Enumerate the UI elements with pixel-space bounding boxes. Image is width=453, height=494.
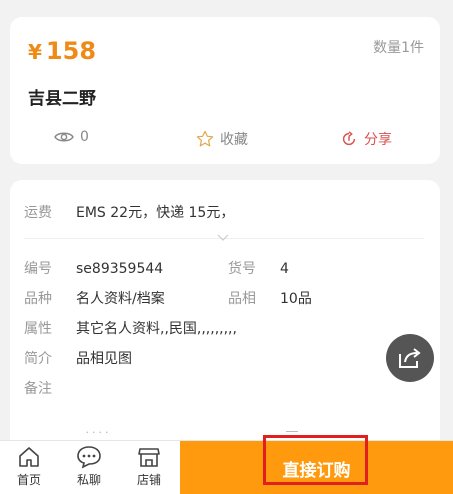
currency-symbol: ¥ — [28, 40, 42, 64]
price-value: 158 — [45, 37, 97, 65]
note-row: 备注 — [24, 378, 76, 398]
views-stat: 0 — [54, 129, 89, 145]
shipping-value: EMS 22元，快递 15元， — [76, 205, 235, 221]
buy-now-button[interactable]: 直接订购 — [180, 441, 453, 494]
product-title: 吉县二野 — [28, 89, 96, 109]
chevron-down-icon[interactable] — [217, 234, 229, 242]
quantity-label: 数量1件 — [373, 40, 424, 56]
attributes-value: 其它名人资料,,民国,,,,,,,,, — [76, 321, 237, 337]
condition-value: 10品 — [280, 291, 312, 307]
favorite-button[interactable]: 收藏 — [196, 129, 248, 149]
bottom-action-bar: 首页 私聊 店铺 直接订购 — [0, 440, 453, 494]
favorite-label: 收藏 — [220, 132, 248, 148]
tab-home[interactable]: 首页 — [4, 445, 54, 488]
views-count: 0 — [80, 129, 89, 145]
product-summary-card: ¥158 数量1件 吉县二野 0 收藏 分享 — [10, 17, 440, 164]
share-button[interactable]: 分享 — [340, 129, 392, 149]
share-label: 分享 — [364, 132, 392, 148]
buy-now-label: 直接订购 — [282, 460, 351, 481]
item-no-label: 货号 — [228, 261, 256, 277]
share-icon — [342, 131, 356, 146]
tab-chat[interactable]: 私聊 — [64, 445, 114, 488]
store-icon — [138, 448, 160, 467]
code-row: 编号 se89359544 — [24, 258, 163, 278]
intro-value: 品相见图 — [76, 351, 132, 367]
stats-row: 0 收藏 分享 — [10, 129, 440, 153]
intro-row: 简介 品相见图 — [24, 348, 132, 368]
tab-shop-label: 店铺 — [136, 473, 161, 487]
tab-home-label: 首页 — [16, 473, 41, 487]
attributes-row: 属性 其它名人资料,,民国,,,,,,,,, — [24, 318, 237, 338]
price: ¥158 — [28, 37, 96, 65]
category-row: 品种 名人资料/档案 — [24, 288, 165, 308]
partially-hidden-line — [286, 431, 298, 437]
floating-share-button[interactable] — [386, 334, 434, 382]
chat-bubble-icon — [77, 446, 101, 469]
note-label: 备注 — [24, 381, 52, 397]
attributes-label: 属性 — [24, 321, 52, 337]
item-no-row: 货号 4 — [228, 258, 289, 278]
tab-shop[interactable]: 店铺 — [124, 445, 174, 488]
star-icon — [196, 130, 214, 147]
code-value: se89359544 — [76, 261, 164, 277]
code-label: 编号 — [24, 261, 52, 277]
intro-label: 简介 — [24, 351, 52, 367]
tab-chat-label: 私聊 — [76, 473, 101, 487]
item-no-value: 4 — [280, 261, 289, 277]
category-label: 品种 — [24, 291, 52, 307]
eye-icon — [54, 132, 74, 142]
shipping-label: 运费 — [24, 205, 52, 221]
shipping-row: 运费 EMS 22元，快递 15元， — [24, 202, 234, 222]
product-details-card: 运费 EMS 22元，快递 15元， 编号 se89359544 货号 4 品种 名人资… — [10, 180, 440, 450]
home-icon — [19, 447, 39, 467]
condition-row: 品相 10品 — [228, 288, 312, 308]
category-value: 名人资料/档案 — [76, 291, 165, 307]
share-out-icon — [399, 348, 421, 368]
condition-label: 品相 — [228, 291, 256, 307]
